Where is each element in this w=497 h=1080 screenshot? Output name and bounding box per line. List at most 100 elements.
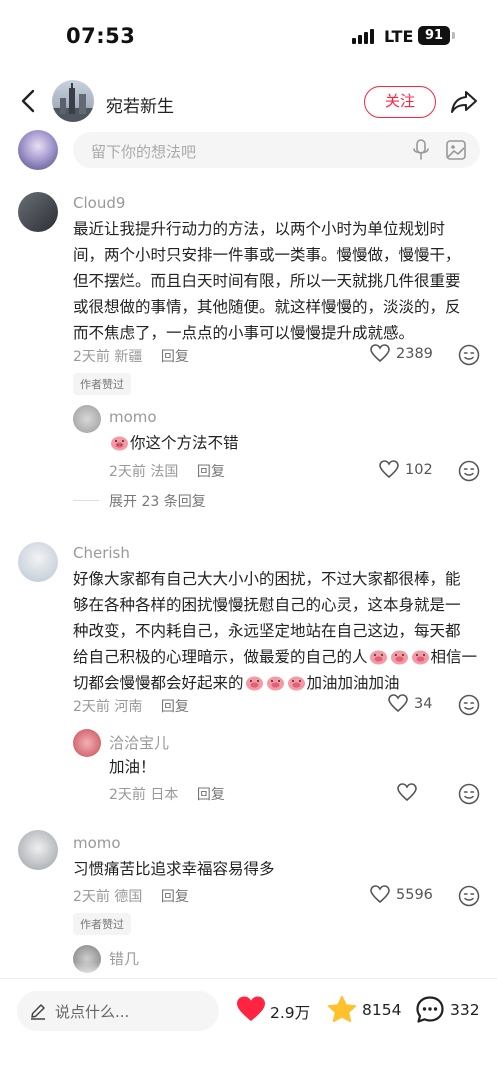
author-avatar[interactable] xyxy=(52,80,94,122)
commenter-name[interactable]: Cherish xyxy=(73,544,130,562)
like-button[interactable]: 5596 xyxy=(370,885,433,904)
comment-composer: 留下你的想法吧 xyxy=(0,128,497,172)
comment-meta: 2天前 新疆 回复 xyxy=(73,346,189,366)
emoji-reaction-icon[interactable] xyxy=(458,885,480,907)
commenter-avatar[interactable] xyxy=(18,830,58,870)
author-name[interactable]: 宛若新生 xyxy=(106,92,174,117)
like-count: 2389 xyxy=(396,346,433,362)
battery-cap xyxy=(452,32,455,39)
like-post-button[interactable]: 2.9万 xyxy=(236,995,316,1027)
star-filled-icon xyxy=(327,995,357,1023)
pig-emoji-icon xyxy=(369,650,387,665)
pig-emoji-icon xyxy=(111,436,128,451)
reply-location: 日本 xyxy=(150,787,179,803)
comment-text[interactable]: 最近让我提升行动力的方法，以两个小时为单位规划时间，两个小时只安排一件事或一类事… xyxy=(73,216,473,346)
emoji-reaction-icon[interactable] xyxy=(458,783,480,805)
comment-line: 好像大家都有自己大大小小的困扰，不过大家都很棒，能 xyxy=(73,570,461,588)
my-avatar xyxy=(18,130,58,170)
comment-fragment: 加油加油加油 xyxy=(306,674,400,692)
reply-avatar[interactable] xyxy=(73,729,101,757)
like-count: 102 xyxy=(405,462,433,478)
reply-author[interactable]: momo xyxy=(109,408,157,426)
post-favorite-count: 8154 xyxy=(362,1001,402,1019)
comment-fragment: 给自己积极的心理暗示，做最爱的自己的人 xyxy=(73,648,368,666)
follow-button[interactable]: 关注 xyxy=(364,86,436,118)
reply-author[interactable]: 洽洽宝儿 xyxy=(109,732,169,753)
comment-post-button[interactable]: 332 xyxy=(415,995,495,1027)
status-bar: 07:53 LTE 91 xyxy=(0,0,497,72)
like-button[interactable]: 34 xyxy=(388,694,433,713)
reply-text[interactable]: 加油！ xyxy=(109,754,439,780)
like-count: 34 xyxy=(414,696,433,712)
reply-text[interactable]: 你这个方法不错 xyxy=(109,430,439,456)
comment-line: 种改变，不内耗自己，永远坚定地站在自己这边，每天都 xyxy=(73,622,461,640)
heart-outline-icon xyxy=(370,885,390,904)
reply-meta: 2天前 日本 回复 xyxy=(109,784,225,804)
commenter-name[interactable]: momo xyxy=(73,834,121,852)
reply-button[interactable]: 回复 xyxy=(197,464,225,480)
reply-text-content: 你这个方法不错 xyxy=(130,434,239,452)
top-nav: 宛若新生 关注 xyxy=(0,72,497,132)
comment-time: 2天前 xyxy=(73,889,110,905)
back-icon[interactable] xyxy=(14,86,44,116)
comment-text[interactable]: 习惯痛苦比追求幸福容易得多 xyxy=(73,856,473,882)
image-icon[interactable] xyxy=(445,139,467,161)
pig-emoji-icon xyxy=(390,650,408,665)
network-label: LTE xyxy=(384,27,414,46)
reply-button[interactable]: 回复 xyxy=(161,889,189,905)
mic-icon[interactable] xyxy=(411,139,431,161)
post-like-count: 2.9万 xyxy=(270,1004,311,1022)
heart-outline-icon xyxy=(379,460,399,479)
favorite-post-button[interactable]: 8154 xyxy=(327,995,407,1027)
reply-time: 2天前 xyxy=(109,464,146,480)
reply-time: 2天前 xyxy=(109,787,146,803)
comment-placeholder: 留下你的想法吧 xyxy=(91,143,197,161)
emoji-reaction-icon[interactable] xyxy=(458,344,480,366)
pen-icon xyxy=(31,1004,45,1020)
comment-time: 2天前 xyxy=(73,699,110,715)
commenter-name[interactable]: Cloud9 xyxy=(73,194,125,212)
reply-avatar[interactable] xyxy=(73,405,101,433)
share-icon[interactable] xyxy=(450,88,478,116)
signal-icon xyxy=(352,29,376,44)
heart-outline-icon xyxy=(388,694,408,713)
comment-line: 给自己积极的心理暗示，做最爱的自己的人 相信一 xyxy=(73,644,483,670)
comment-location: 德国 xyxy=(114,889,143,905)
battery-icon: 91 xyxy=(418,26,450,45)
reply-location: 法国 xyxy=(150,464,179,480)
like-button[interactable]: 2389 xyxy=(370,344,433,363)
reply-button[interactable]: 回复 xyxy=(161,699,189,715)
pig-emoji-icon xyxy=(411,650,429,665)
author-liked-badge: 作者赞过 xyxy=(73,373,131,395)
comment-meta: 2天前 德国 回复 xyxy=(73,886,189,906)
say-something-input[interactable]: 说点什么... xyxy=(17,991,219,1031)
say-placeholder: 说点什么... xyxy=(55,1003,130,1021)
status-time: 07:53 xyxy=(66,24,136,48)
comment-location: 新疆 xyxy=(114,349,143,365)
comment-text[interactable]: 好像大家都有自己大大小小的困扰，不过大家都很棒，能 够在各种各样的困扰慢慢抚慰自… xyxy=(73,566,483,696)
heart-outline-icon xyxy=(370,344,390,363)
comment-meta: 2天前 河南 回复 xyxy=(73,696,189,716)
reply-button[interactable]: 回复 xyxy=(197,787,225,803)
comment-bubble-icon xyxy=(416,996,444,1023)
reply-meta: 2天前 法国 回复 xyxy=(109,461,225,481)
commenter-avatar[interactable] xyxy=(18,192,58,232)
expand-divider xyxy=(73,500,99,501)
emoji-reaction-icon[interactable] xyxy=(458,460,480,482)
comment-location: 河南 xyxy=(114,699,143,715)
like-button[interactable] xyxy=(397,783,423,802)
comment-item: momo 习惯痛苦比追求幸福容易得多 2天前 德国 回复 5596 作者赞过 错… xyxy=(0,830,497,980)
pig-emoji-icon xyxy=(245,676,263,691)
author-liked-badge: 作者赞过 xyxy=(73,913,131,935)
comment-input[interactable]: 留下你的想法吧 xyxy=(73,132,480,168)
commenter-avatar[interactable] xyxy=(18,542,58,582)
pig-emoji-icon xyxy=(266,676,284,691)
expand-replies-button[interactable]: 展开 23 条回复 xyxy=(109,491,206,511)
reply-button[interactable]: 回复 xyxy=(161,349,189,365)
emoji-reaction-icon[interactable] xyxy=(458,694,480,716)
comment-line: 够在各种各样的困扰慢慢抚慰自己的心灵，这本身就是一 xyxy=(73,596,461,614)
comment-fragment: 切都会慢慢都会好起来的 xyxy=(73,674,244,692)
comment-fragment: 相信一 xyxy=(430,648,478,666)
like-button[interactable]: 102 xyxy=(379,460,433,479)
pig-emoji-icon xyxy=(287,676,305,691)
